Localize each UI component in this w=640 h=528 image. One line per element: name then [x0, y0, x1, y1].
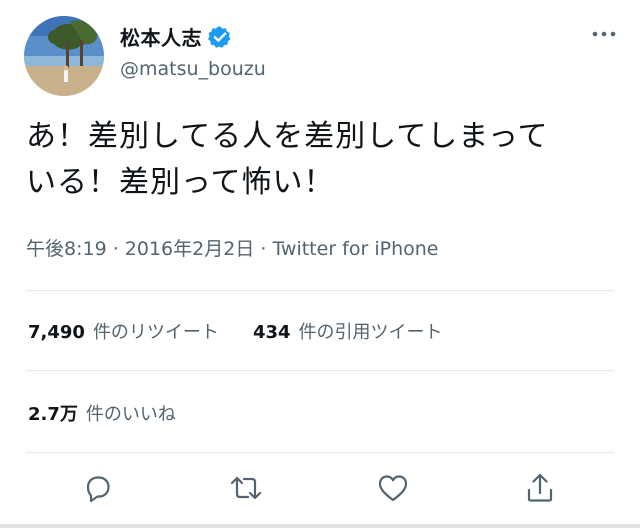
meta-separator: ·	[254, 238, 273, 260]
tweet-detail: 松本人志 @matsu_bouzu あ！差別してる人を差別してしまって いる！差別…	[0, 0, 640, 528]
quotes-count: 434	[252, 322, 291, 343]
likes-count: 2.7万	[28, 404, 78, 425]
tweet-date[interactable]: 2016年2月2日	[125, 238, 255, 260]
name-row: 松本人志	[120, 22, 232, 51]
tweet-source[interactable]: Twitter for iPhone	[272, 238, 438, 260]
quotes-label: 件の引用ツイート	[298, 322, 443, 343]
retweet-icon[interactable]	[228, 470, 264, 506]
likes-stat[interactable]: 2.7万 件のいいね	[28, 400, 176, 426]
verified-badge-icon	[208, 25, 232, 49]
retweets-label: 件のリツイート	[92, 322, 219, 343]
more-icon[interactable]	[590, 24, 618, 44]
divider	[26, 290, 614, 291]
meta-separator: ·	[106, 238, 125, 260]
tweet-text-line-2: いる！差別って怖い！	[26, 165, 335, 200]
tweet-header: 松本人志 @matsu_bouzu	[24, 16, 624, 98]
retweets-count: 7,490	[28, 322, 85, 343]
avatar[interactable]	[24, 16, 104, 96]
user-handle[interactable]: @matsu_bouzu	[120, 58, 266, 80]
divider	[26, 370, 614, 371]
like-icon[interactable]	[375, 470, 411, 506]
divider	[26, 452, 614, 453]
tweet-actions	[0, 470, 640, 510]
share-icon[interactable]	[522, 470, 558, 506]
tweet-time[interactable]: 午後8:19	[26, 238, 107, 260]
quotes-stat[interactable]: 434 件の引用ツイート	[253, 318, 443, 344]
reply-icon[interactable]	[80, 470, 116, 506]
display-name[interactable]: 松本人志	[120, 22, 202, 51]
bottom-divider	[0, 524, 640, 528]
retweets-stat[interactable]: 7,490 件のリツイート	[28, 318, 219, 344]
engagement-stats-row: 7,490 件のリツイート 434 件の引用ツイート	[28, 318, 477, 344]
tweet-meta: 午後8:19 · 2016年2月2日 · Twitter for iPhone	[26, 234, 438, 261]
likes-stats-row: 2.7万 件のいいね	[28, 400, 210, 426]
avatar-image	[24, 16, 104, 96]
tweet-text: あ！差別してる人を差別してしまって いる！差別って怖い！	[26, 114, 626, 206]
tweet-text-line-1: あ！差別してる人を差別してしまって	[26, 119, 549, 154]
likes-label: 件のいいね	[85, 404, 176, 425]
